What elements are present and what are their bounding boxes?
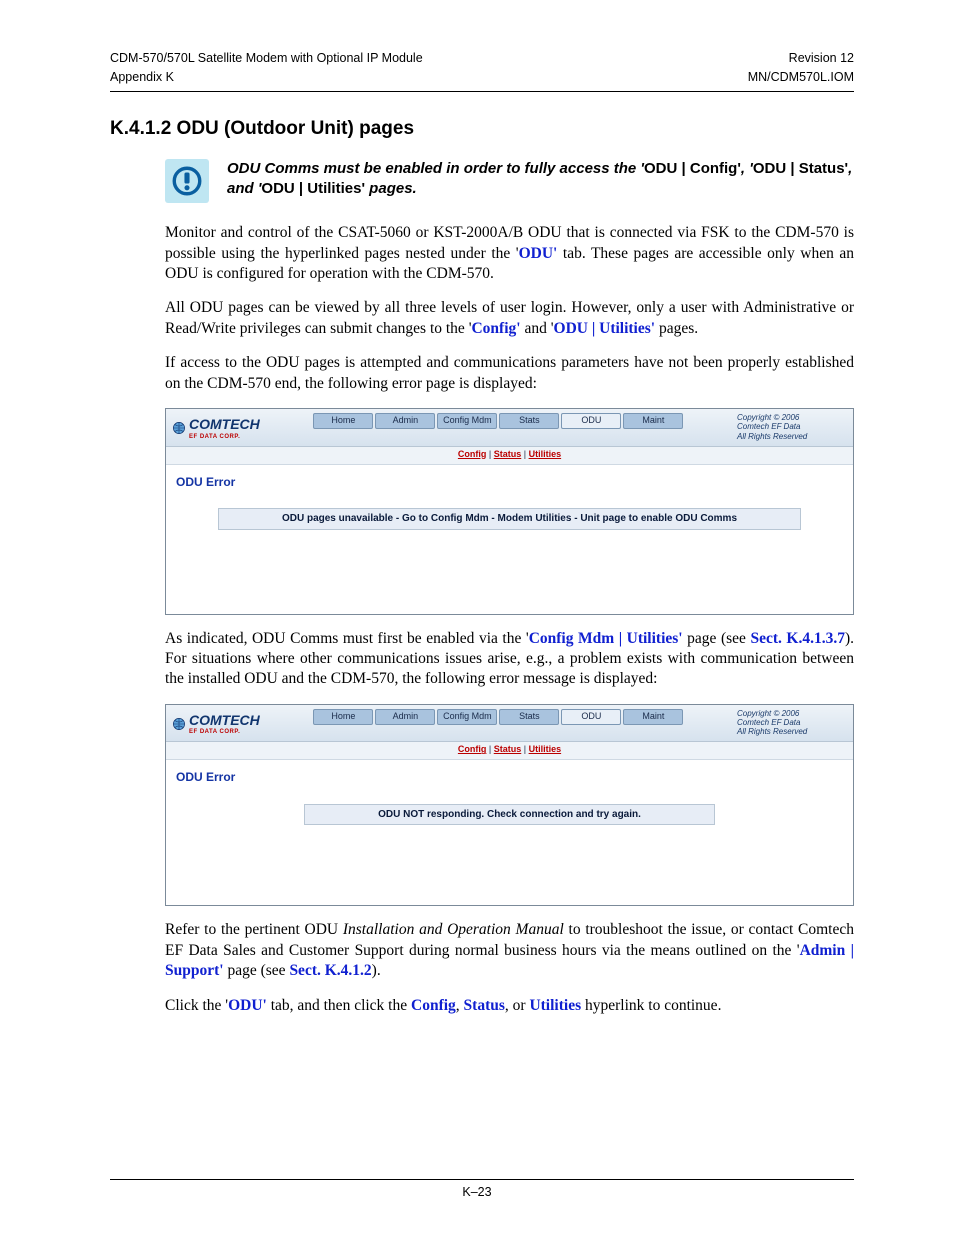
copyright-line-2: Comtech EF Data <box>737 422 847 431</box>
copyright-line-3: All Rights Reserved <box>737 727 847 736</box>
error-page-screenshot-2: COMTECH EF DATA CORP. Home Admin Config … <box>165 704 854 906</box>
error-message-bar: ODU NOT responding. Check connection and… <box>304 804 714 825</box>
p6-link-config-sub[interactable]: Config <box>411 997 456 1014</box>
logo-main-text: COMTECH <box>189 712 260 728</box>
logo-sub-text: EF DATA CORP. <box>189 434 260 442</box>
p2-fragment-b: and ' <box>521 320 554 337</box>
footer-rule <box>110 1179 854 1180</box>
copyright-line-1: Copyright © 2006 <box>737 709 847 718</box>
tab-maint[interactable]: Maint <box>623 413 683 429</box>
running-header-row1: CDM-570/570L Satellite Modem with Option… <box>110 50 854 67</box>
important-notice: ODU Comms must be enabled in order to fu… <box>165 159 854 203</box>
running-header-row2: Appendix K MN/CDM570L.IOM <box>110 69 854 86</box>
body-paragraph-5: Refer to the pertinent ODU Installation … <box>165 920 854 981</box>
p4-link-utilities-page[interactable]: Config Mdm | Utilities' <box>529 630 683 647</box>
p2-fragment-c: pages. <box>655 320 698 337</box>
notice-b2: ODU | Status' <box>753 160 848 177</box>
ui-header-bar: COMTECH EF DATA CORP. Home Admin Config … <box>166 409 853 446</box>
p6-fragment-e: hyperlink to continue. <box>581 997 721 1014</box>
notice-lead: ODU Comms must be enabled in order to fu… <box>227 160 644 177</box>
p6-link-status-sub[interactable]: Status <box>464 997 505 1014</box>
p4-link-section-ref[interactable]: Sect. K.4.1.3.7 <box>750 630 845 647</box>
error-page-screenshot-1: COMTECH EF DATA CORP. Home Admin Config … <box>165 408 854 614</box>
important-icon <box>165 159 209 203</box>
vendor-logo: COMTECH EF DATA CORP. <box>172 413 260 443</box>
logo-main-text: COMTECH <box>189 416 260 432</box>
header-left-1: CDM-570/570L Satellite Modem with Option… <box>110 50 423 67</box>
p6-link-odu-tab[interactable]: ODU' <box>228 997 267 1014</box>
p5-link-section-ref[interactable]: Sect. K.4.1.2 <box>289 962 371 979</box>
copyright-line-3: All Rights Reserved <box>737 432 847 441</box>
header-left-2: Appendix K <box>110 69 174 86</box>
subtab-utilities[interactable]: Utilities <box>529 744 562 754</box>
p4-fragment-b: page (see <box>683 630 751 647</box>
tab-stats[interactable]: Stats <box>499 709 559 725</box>
error-page-title: ODU Error <box>176 475 843 491</box>
vendor-logo: COMTECH EF DATA CORP. <box>172 709 260 739</box>
header-right-1: Revision 12 <box>789 50 854 67</box>
primary-tab-bar: Home Admin Config Mdm Stats ODU Maint <box>266 413 731 429</box>
tab-odu[interactable]: ODU <box>561 413 621 429</box>
logo-sub-text: EF DATA CORP. <box>189 729 260 737</box>
copyright-block: Copyright © 2006 Comtech EF Data All Rig… <box>737 413 847 441</box>
p6-fragment-b: tab, and then click the <box>267 997 411 1014</box>
notice-tail: pages. <box>365 180 417 197</box>
subtab-utilities[interactable]: Utilities <box>529 449 562 459</box>
subtab-status[interactable]: Status <box>494 744 522 754</box>
notice-b1: ODU | Config' <box>644 160 741 177</box>
p5-manual-title: Installation and Operation Manual <box>343 921 564 938</box>
copyright-block: Copyright © 2006 Comtech EF Data All Rig… <box>737 709 847 737</box>
header-right-2: MN/CDM570L.IOM <box>748 69 854 86</box>
header-rule <box>110 91 854 92</box>
page: CDM-570/570L Satellite Modem with Option… <box>0 0 954 1235</box>
page-number: K–23 <box>0 1184 954 1201</box>
section-heading: K.4.1.2 ODU (Outdoor Unit) pages <box>110 116 854 141</box>
tab-home[interactable]: Home <box>313 709 373 725</box>
secondary-tab-bar: Config | Status | Utilities <box>166 447 853 465</box>
tab-odu[interactable]: ODU <box>561 709 621 725</box>
copyright-line-1: Copyright © 2006 <box>737 413 847 422</box>
copyright-line-2: Comtech EF Data <box>737 718 847 727</box>
p6-fragment-a: Click the ' <box>165 997 228 1014</box>
ui-content-area: ODU Error ODU pages unavailable - Go to … <box>166 465 853 614</box>
p5-fragment-d: ). <box>372 962 381 979</box>
tab-config-mdm[interactable]: Config Mdm <box>437 709 497 725</box>
error-page-title: ODU Error <box>176 770 843 786</box>
tab-stats[interactable]: Stats <box>499 413 559 429</box>
subtab-status[interactable]: Status <box>494 449 522 459</box>
tab-maint[interactable]: Maint <box>623 709 683 725</box>
p2-link-utilities[interactable]: ODU | Utilities' <box>554 320 656 337</box>
globe-icon <box>172 717 186 731</box>
notice-mid1: , ' <box>741 160 753 177</box>
p5-fragment-a: Refer to the pertinent ODU <box>165 921 343 938</box>
body-paragraph-3: If access to the ODU pages is attempted … <box>165 353 854 394</box>
globe-icon <box>172 421 186 435</box>
body-paragraph-6: Click the 'ODU' tab, and then click the … <box>165 996 854 1016</box>
body-paragraph-4: As indicated, ODU Comms must first be en… <box>165 629 854 690</box>
subtab-config[interactable]: Config <box>458 744 487 754</box>
notice-b3: ODU | Utilities' <box>261 180 365 197</box>
p4-fragment-a: As indicated, ODU Comms must first be en… <box>165 630 529 647</box>
tab-config-mdm[interactable]: Config Mdm <box>437 413 497 429</box>
body-paragraph-1: Monitor and control of the CSAT-5060 or … <box>165 223 854 284</box>
p6-fragment-c: , <box>456 997 464 1014</box>
p6-link-utilities-sub[interactable]: Utilities <box>529 997 581 1014</box>
secondary-tab-bar: Config | Status | Utilities <box>166 742 853 760</box>
body-paragraph-2: All ODU pages can be viewed by all three… <box>165 298 854 339</box>
p6-fragment-d: , or <box>505 997 530 1014</box>
ui-header-bar: COMTECH EF DATA CORP. Home Admin Config … <box>166 705 853 742</box>
important-text: ODU Comms must be enabled in order to fu… <box>227 159 854 199</box>
tab-home[interactable]: Home <box>313 413 373 429</box>
primary-tab-bar: Home Admin Config Mdm Stats ODU Maint <box>266 709 731 725</box>
tab-admin[interactable]: Admin <box>375 413 435 429</box>
p1-link-odu[interactable]: ODU' <box>519 245 558 262</box>
p2-link-config[interactable]: Config' <box>471 320 520 337</box>
tab-admin[interactable]: Admin <box>375 709 435 725</box>
subtab-config[interactable]: Config <box>458 449 487 459</box>
error-message-bar: ODU pages unavailable - Go to Config Mdm… <box>218 508 802 529</box>
p5-fragment-c: page (see <box>224 962 290 979</box>
ui-content-area: ODU Error ODU NOT responding. Check conn… <box>166 760 853 905</box>
